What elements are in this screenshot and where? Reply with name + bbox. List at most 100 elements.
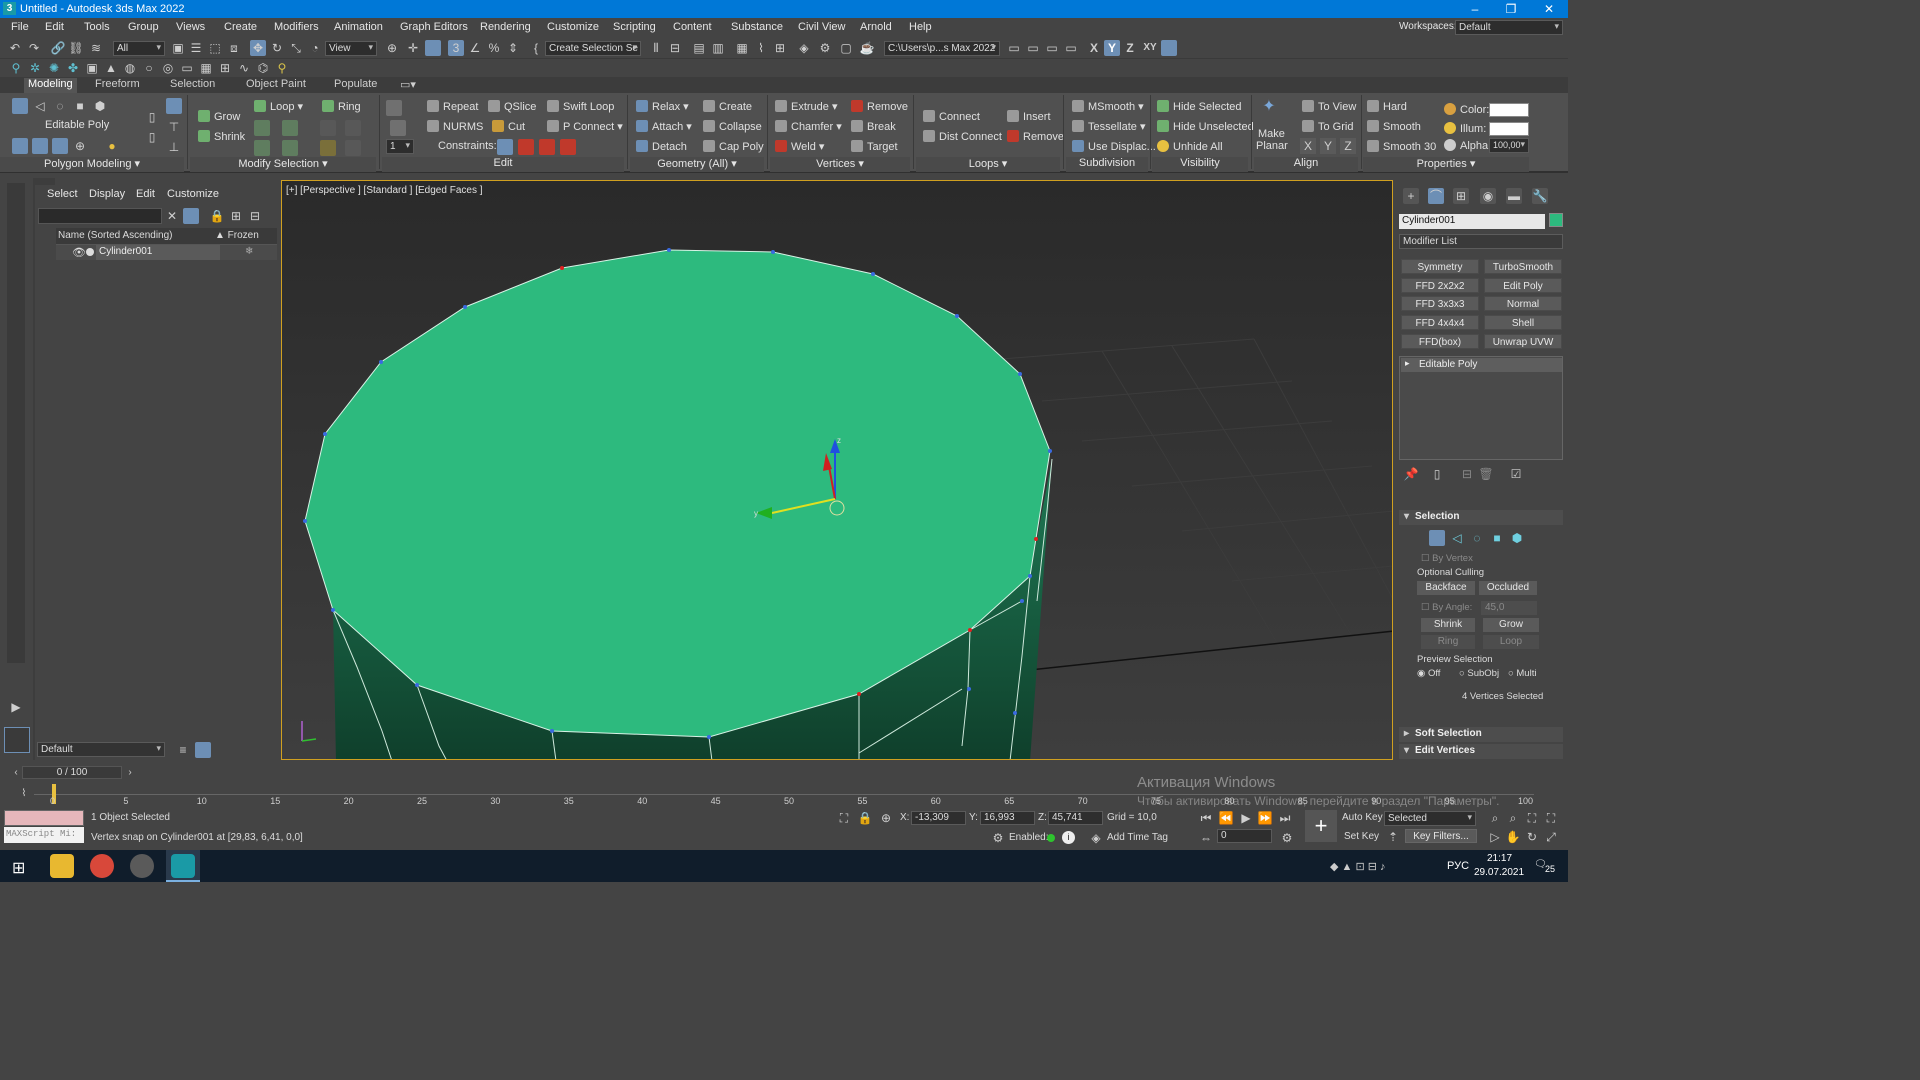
menu-file[interactable]: File (11, 21, 29, 33)
project-extra-icon[interactable]: ▭ (1063, 40, 1079, 56)
menu-create[interactable]: Create (224, 21, 257, 33)
schematic-view-icon[interactable]: ⊞ (772, 40, 788, 56)
link-icon[interactable]: 🔗 (50, 40, 66, 56)
zoom-all-icon[interactable]: ⌕ (1505, 810, 1521, 826)
make-unique-icon[interactable]: ▯ (144, 129, 160, 145)
language-indicator[interactable]: РУС (1447, 860, 1469, 872)
maximize-viewport-icon[interactable]: ⤢ (1543, 829, 1559, 845)
align-icon[interactable]: ⊟ (667, 40, 683, 56)
selection-filter-dropdown[interactable]: All (113, 41, 165, 56)
scene-explorer-icon[interactable]: ▤ (691, 40, 707, 56)
tab-modeling[interactable]: Modeling (24, 78, 77, 93)
curve-editor-mini-icon[interactable]: ⌇ (16, 786, 32, 802)
constraint-none-icon[interactable] (497, 139, 513, 155)
grid-tool-icon[interactable]: ▦ (198, 60, 214, 76)
menu-graph-editors[interactable]: Graph Editors (400, 21, 468, 33)
make-planar-label-2[interactable]: Planar (1256, 140, 1288, 152)
make-unique-panel-icon[interactable]: ⊟ (1459, 466, 1475, 482)
menu-rendering[interactable]: Rendering (480, 21, 531, 33)
polygon-modeling-panel-title[interactable]: Polygon Modeling ▾ (0, 157, 184, 172)
sel-element-icon[interactable]: ⬢ (1509, 530, 1525, 546)
extrude-button[interactable]: Extrude ▾ (775, 100, 838, 113)
axis-x-button[interactable]: X (1086, 40, 1102, 56)
lock-icon[interactable]: 🔒 (209, 208, 225, 224)
border-mode-icon[interactable]: ◌ (52, 98, 68, 114)
occluded-button[interactable]: Occluded (1479, 581, 1537, 595)
column-name[interactable]: Name (Sorted Ascending) (58, 230, 173, 241)
edit-panel-title[interactable]: Edit (382, 157, 624, 172)
msmooth-button[interactable]: MSmooth ▾ (1072, 100, 1144, 113)
menu-tools[interactable]: Tools (84, 21, 110, 33)
prev-frame-icon[interactable]: ⏪ (1218, 810, 1234, 826)
rendered-frame-icon[interactable]: ▢ (838, 40, 854, 56)
axis-xy-button[interactable]: XY (1142, 40, 1158, 56)
collapse-button[interactable]: Collapse (703, 120, 762, 133)
cut-button[interactable]: Cut (492, 120, 525, 133)
menu-scripting[interactable]: Scripting (613, 21, 656, 33)
redo-icon[interactable]: ↷ (26, 40, 42, 56)
motion-panel-icon[interactable]: ◉ (1480, 188, 1496, 204)
object-name-field[interactable]: Cylinder001 (1399, 214, 1545, 229)
menu-views[interactable]: Views (176, 21, 205, 33)
show-end-result-icon[interactable]: ▯ (144, 109, 160, 125)
loop-button[interactable]: Loop ▾ (254, 100, 303, 113)
clock-date[interactable]: 29.07.2021 (1474, 867, 1524, 878)
maxscript-mini[interactable]: MAXScript Mi: (4, 827, 84, 843)
ring-shrink-icon[interactable] (345, 120, 361, 136)
spinner-snap-icon[interactable]: ⇕ (505, 40, 521, 56)
menu-edit[interactable]: Edit (45, 21, 64, 33)
absolute-mode-icon[interactable]: ⊕ (878, 810, 894, 826)
loop-shrink-icon[interactable] (282, 120, 298, 136)
menu-civil-view[interactable]: Civil View (798, 21, 845, 33)
edit-named-sel-icon[interactable]: { (528, 40, 544, 56)
tab-freeform[interactable]: Freeform (91, 78, 144, 93)
visibility-panel-title[interactable]: Visibility (1152, 157, 1248, 172)
hide-selected-button[interactable]: Hide Selected (1157, 100, 1242, 113)
adaptive-degradation-icon[interactable]: ⚙ (990, 830, 1006, 846)
soft-selection-rollout-header[interactable]: Soft Selection (1399, 727, 1563, 742)
ring-grow-icon[interactable] (320, 120, 336, 136)
menu-help[interactable]: Help (909, 21, 932, 33)
add-time-tag[interactable]: Add Time Tag (1107, 832, 1168, 843)
sel-polygon-icon[interactable]: ■ (1489, 530, 1505, 546)
set-key-button[interactable]: Set Key (1344, 831, 1379, 842)
scene-menu-customize[interactable]: Customize (167, 188, 219, 200)
scene-menu-edit[interactable]: Edit (136, 188, 155, 200)
viewport-perspective[interactable]: z y [+] [Perspective ] [Standard ] [Edge… (281, 180, 1393, 760)
chamfer-button[interactable]: Chamfer ▾ (775, 120, 842, 133)
key-filters-icon[interactable]: ⇡ (1385, 829, 1401, 845)
pin-icon[interactable]: ⚲ (8, 60, 24, 76)
pan-icon[interactable]: ✋ (1505, 829, 1521, 845)
hierarchy-panel-icon[interactable]: ⊞ (1453, 188, 1469, 204)
tab-selection[interactable]: Selection (166, 78, 219, 93)
keyboard-shortcut-icon[interactable] (425, 40, 441, 56)
plane-tool-icon[interactable]: ▭ (179, 60, 195, 76)
sim-icon[interactable]: ✤ (65, 60, 81, 76)
configure-sets-icon[interactable]: ☑ (1508, 466, 1524, 482)
stack-expand-icon[interactable]: ▸ (1405, 358, 1410, 369)
mod-turbosmooth-button[interactable]: TurboSmooth (1484, 259, 1562, 274)
quickslice-tool-icon[interactable] (386, 100, 402, 116)
target-button[interactable]: Target (851, 140, 898, 153)
project-folder-icon[interactable]: ▭ (1006, 40, 1022, 56)
hierarchy-icon[interactable]: ⊞ (228, 208, 244, 224)
modify-selection-panel-title[interactable]: Modify Selection ▾ (190, 157, 376, 172)
project-save-icon[interactable]: ▭ (1044, 40, 1060, 56)
scene-menu-display[interactable]: Display (89, 188, 125, 200)
mod-ffd2-button[interactable]: FFD 2x2x2 (1401, 278, 1479, 293)
isolate-icon[interactable]: ⛶ (836, 810, 852, 826)
select-object-icon[interactable]: ▣ (170, 40, 186, 56)
ribbon-toggle-icon[interactable]: ▦ (734, 40, 750, 56)
cylinder-tool-icon[interactable]: ◍ (122, 60, 138, 76)
layers-icon[interactable]: ⊟ (247, 208, 263, 224)
properties-panel-title[interactable]: Properties ▾ (1363, 157, 1529, 172)
clear-search-icon[interactable]: ✕ (164, 208, 180, 224)
vertices-panel-title[interactable]: Vertices ▾ (770, 157, 910, 172)
align-panel-title[interactable]: Align (1254, 157, 1358, 172)
scene-object-name[interactable]: Cylinder001 (96, 245, 220, 260)
remove-vertex-button[interactable]: Remove (851, 100, 908, 113)
backface-button[interactable]: Backface (1417, 581, 1475, 595)
create-panel-icon[interactable]: + (1403, 188, 1419, 204)
remove-loop-button[interactable]: Remove (1007, 130, 1064, 143)
enabled-dot-icon[interactable] (1047, 834, 1055, 842)
